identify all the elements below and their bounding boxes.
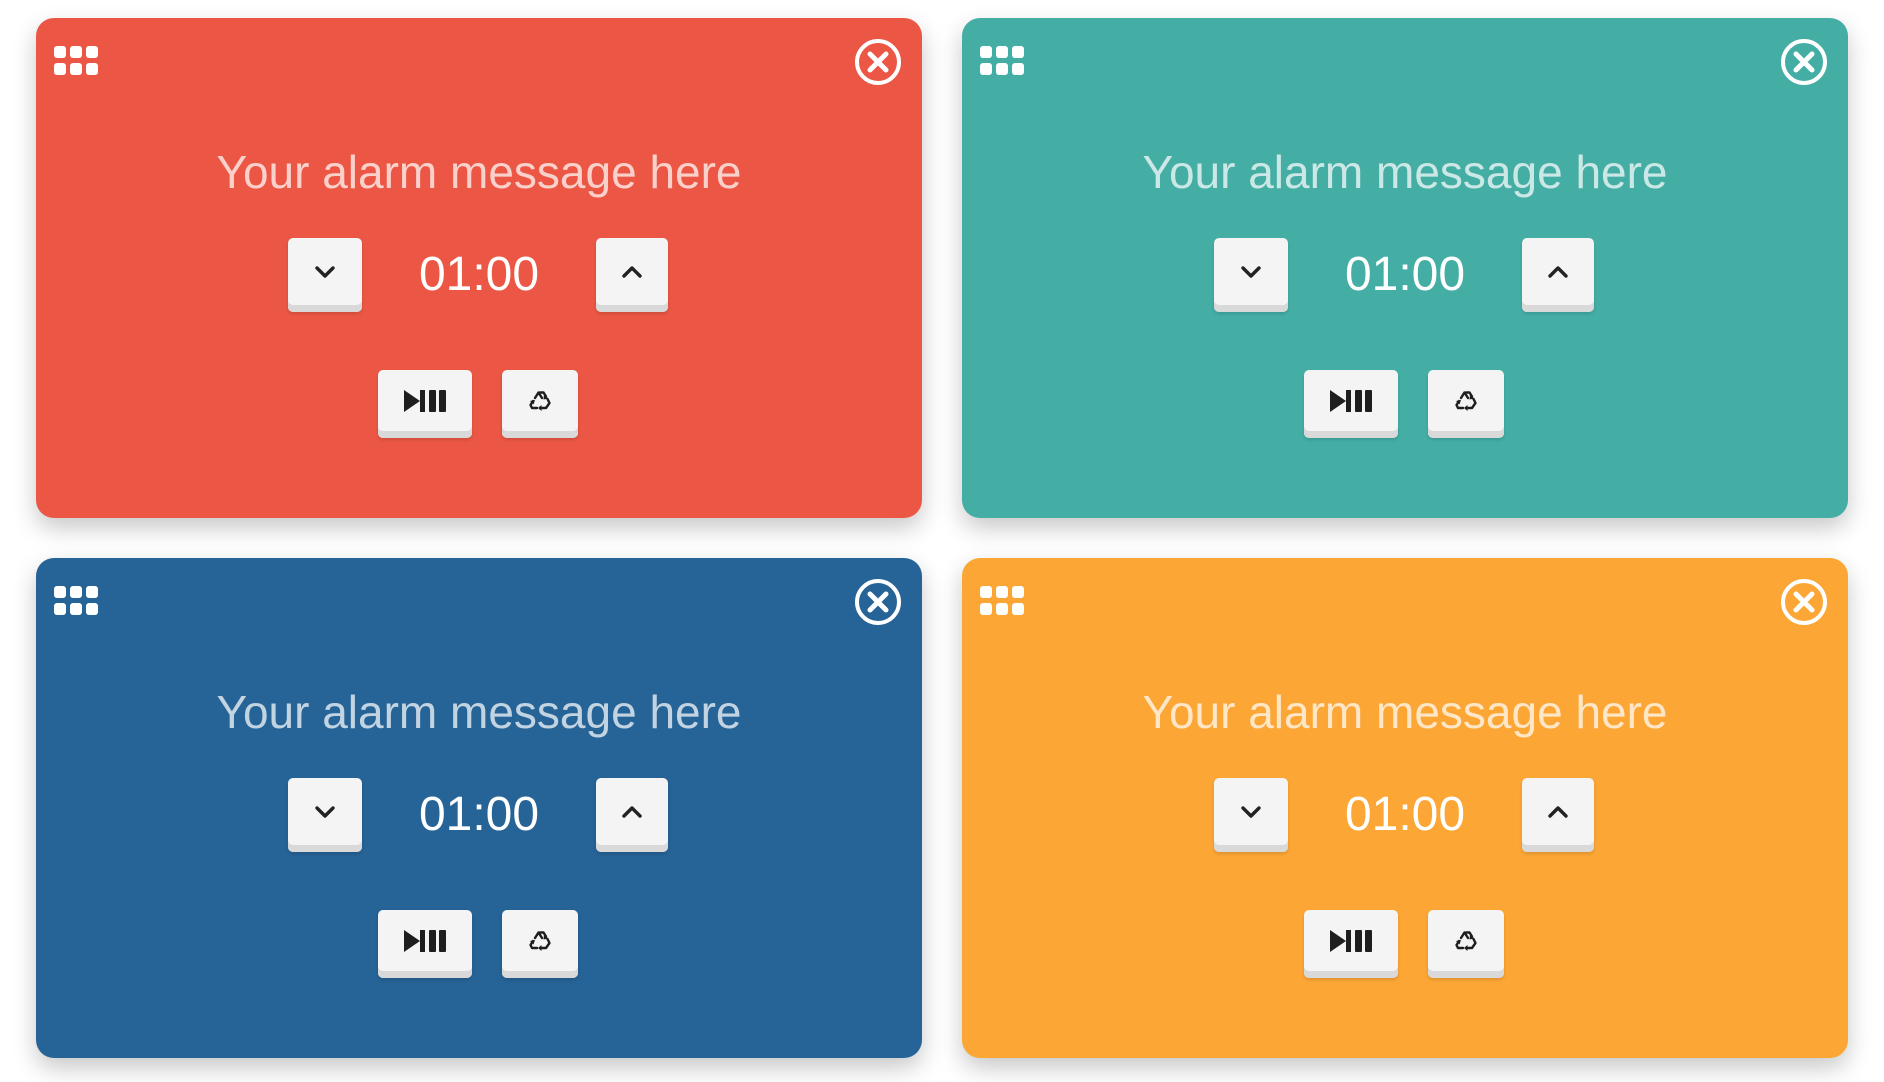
alarm-time: 01:00 [418,248,540,301]
recycle-icon [1455,931,1477,951]
reset-button[interactable] [502,370,578,438]
grid-dots-icon[interactable] [980,46,1026,80]
alarm-time: 01:00 [1344,248,1466,301]
play-pause-button[interactable] [378,910,472,978]
chevron-up-icon [622,266,642,278]
increase-time-button[interactable] [596,778,668,852]
recycle-icon [529,391,551,411]
play-pause-icon [404,390,446,412]
reset-button[interactable] [1428,910,1504,978]
alarm-message[interactable]: Your alarm message here [962,684,1848,740]
close-circle-icon [855,579,901,625]
chevron-down-icon [1241,806,1261,818]
grid-dots-icon[interactable] [54,46,100,80]
grid-dots-icon[interactable] [980,586,1026,620]
alarm-card-4: Your alarm message here 01:00 [962,558,1848,1058]
play-pause-icon [1330,390,1372,412]
decrease-time-button[interactable] [288,238,362,312]
alarm-message[interactable]: Your alarm message here [962,144,1848,200]
decrease-time-button[interactable] [288,778,362,852]
close-circle-icon [1781,579,1827,625]
close-circle-icon [1781,39,1827,85]
decrease-time-button[interactable] [1214,778,1288,852]
alarm-time: 01:00 [1344,788,1466,841]
close-button[interactable] [854,38,902,86]
close-button[interactable] [854,578,902,626]
alarm-message[interactable]: Your alarm message here [36,684,922,740]
increase-time-button[interactable] [596,238,668,312]
chevron-up-icon [1548,806,1568,818]
alarm-grid: Your alarm message here 01:00 Your alarm… [0,0,1884,1082]
recycle-icon [1455,391,1477,411]
alarm-message[interactable]: Your alarm message here [36,144,922,200]
chevron-down-icon [315,806,335,818]
chevron-down-icon [315,266,335,278]
grid-dots-icon[interactable] [54,586,100,620]
close-button[interactable] [1780,38,1828,86]
chevron-down-icon [1241,266,1261,278]
increase-time-button[interactable] [1522,238,1594,312]
reset-button[interactable] [502,910,578,978]
play-pause-button[interactable] [1304,910,1398,978]
close-circle-icon [855,39,901,85]
increase-time-button[interactable] [1522,778,1594,852]
close-button[interactable] [1780,578,1828,626]
alarm-card-3: Your alarm message here 01:00 [36,558,922,1058]
recycle-icon [529,931,551,951]
alarm-time: 01:00 [418,788,540,841]
alarm-card-2: Your alarm message here 01:00 [962,18,1848,518]
play-pause-button[interactable] [1304,370,1398,438]
chevron-up-icon [1548,266,1568,278]
play-pause-button[interactable] [378,370,472,438]
chevron-up-icon [622,806,642,818]
play-pause-icon [404,930,446,952]
alarm-card-1: Your alarm message here 01:00 [36,18,922,518]
reset-button[interactable] [1428,370,1504,438]
decrease-time-button[interactable] [1214,238,1288,312]
play-pause-icon [1330,930,1372,952]
